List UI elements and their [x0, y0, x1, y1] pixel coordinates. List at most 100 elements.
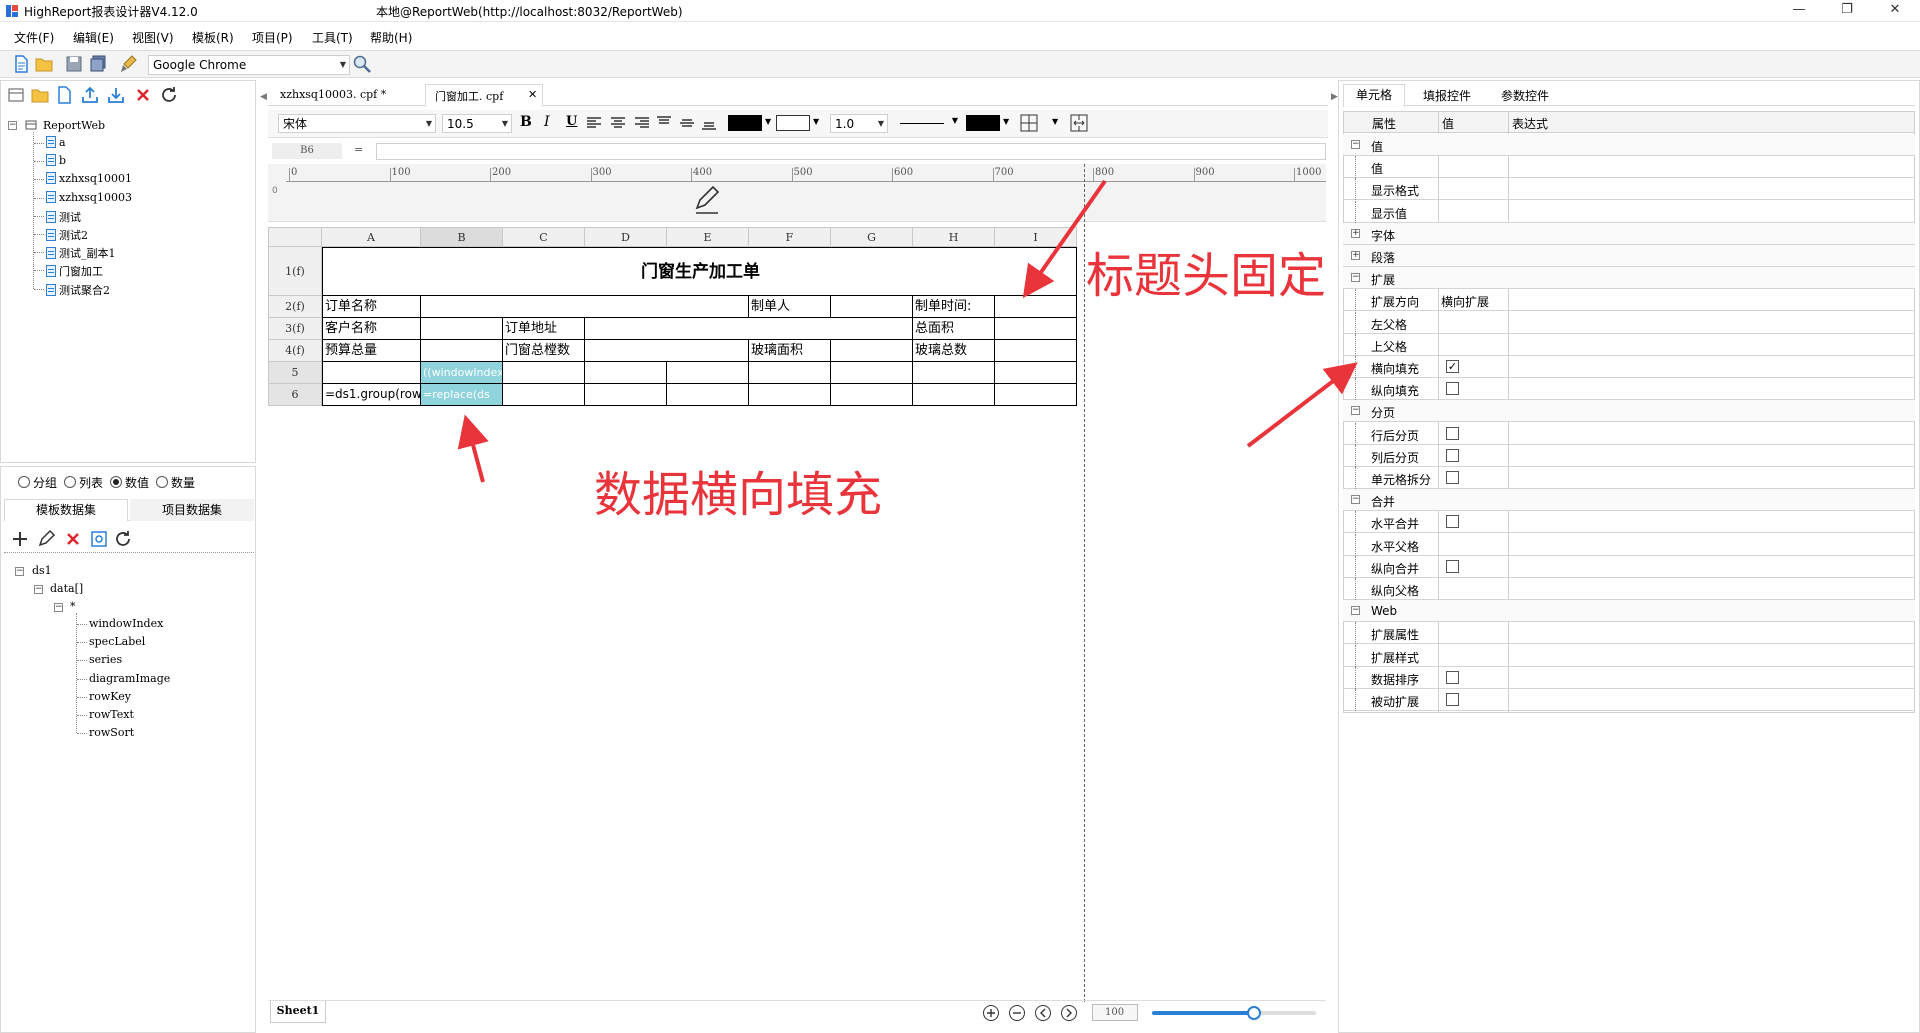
close-window-button[interactable]: ✕ [1872, 0, 1918, 22]
delete-dataset-icon[interactable] [63, 529, 83, 549]
tab-param-control[interactable]: 参数控件 [1501, 87, 1549, 104]
row-header[interactable]: 6 [268, 384, 322, 406]
delete-icon[interactable] [133, 85, 153, 105]
menu-project[interactable]: 项目(P) [252, 29, 293, 46]
column-header[interactable]: C [503, 227, 585, 247]
collapse-star-icon[interactable]: − [54, 603, 63, 612]
column-header[interactable]: B [421, 227, 503, 247]
row-header[interactable]: 5 [268, 362, 322, 384]
collapse-icon[interactable]: − [1351, 606, 1360, 616]
prop-row[interactable]: 显示值 [1343, 200, 1915, 223]
menu-view[interactable]: 视图(V) [132, 29, 174, 46]
zoom-in-icon[interactable] [982, 1004, 1000, 1022]
dataset-field[interactable]: specLabel [89, 635, 145, 648]
font-family-select[interactable]: 宋体 ▼ [278, 114, 436, 133]
collapse-left-icon[interactable]: ◀ [260, 92, 267, 102]
sheet-tab[interactable]: Sheet1 [270, 1001, 326, 1023]
prop-row[interactable]: 单元格拆分 [1343, 467, 1915, 489]
collapse-data-icon[interactable]: − [34, 585, 43, 594]
prop-row[interactable]: 扩展属性 [1343, 622, 1915, 645]
collapse-ds1-icon[interactable]: − [15, 567, 24, 576]
radio-1[interactable] [64, 476, 76, 488]
checkbox[interactable] [1446, 559, 1459, 573]
refresh-icon[interactable] [159, 85, 179, 105]
cell-c4[interactable]: 门窗总樘数 [503, 340, 585, 362]
prop-group[interactable]: − 值 [1343, 134, 1915, 156]
dataset-field[interactable]: windowIndex [89, 617, 163, 630]
menu-template[interactable]: 模板(R) [192, 29, 234, 46]
collapse-icon[interactable]: − [1351, 273, 1360, 283]
tab-project-dataset[interactable]: 项目数据集 [130, 499, 254, 521]
checkbox-checked[interactable]: ✓ [1446, 360, 1459, 373]
collapse-icon[interactable]: − [8, 121, 17, 130]
clear-brush-icon[interactable] [118, 54, 138, 74]
cell-i5[interactable] [995, 362, 1077, 384]
close-tab-icon[interactable]: ✕ [528, 88, 537, 101]
cell-a2[interactable]: 订单名称 [322, 296, 421, 318]
checkbox[interactable] [1446, 670, 1459, 684]
cell-c5[interactable] [503, 362, 585, 384]
prop-group[interactable]: − 分页 [1343, 400, 1915, 423]
font-color-swatch[interactable] [728, 115, 762, 131]
column-header[interactable]: E [667, 227, 749, 247]
tree-root[interactable]: ReportWeb [43, 119, 105, 132]
prop-row[interactable]: 水平合并 [1343, 511, 1915, 534]
dataset-field[interactable]: rowKey [89, 690, 131, 703]
tree-item-report[interactable]: 测试2 [46, 227, 88, 243]
prop-group[interactable]: − 合并 [1343, 489, 1915, 512]
tab-cell[interactable]: 单元格 [1343, 84, 1405, 107]
cell-i6[interactable] [995, 384, 1077, 406]
prop-row[interactable]: 纵向合并 [1343, 555, 1915, 578]
tree-item-report[interactable]: xzhxsq10003 [46, 190, 132, 204]
cell-b2[interactable] [421, 296, 749, 318]
prop-group[interactable]: + 字体 [1343, 222, 1915, 245]
prop-row[interactable]: 值 [1343, 156, 1915, 179]
zoom-slider-track[interactable] [1152, 1006, 1316, 1020]
cell-g2[interactable] [831, 296, 913, 318]
cell-h5[interactable] [913, 362, 995, 384]
prop-row[interactable]: 扩展方向 横向扩展 [1343, 289, 1915, 312]
cell-c3[interactable]: 订单地址 [503, 318, 585, 340]
browser-select[interactable]: Google Chrome ▼ [148, 55, 350, 75]
minimize-button[interactable]: — [1776, 0, 1822, 22]
cell-h3[interactable]: 总面积 [913, 318, 995, 340]
upload-icon[interactable] [80, 85, 100, 105]
dataset-field[interactable]: diagramImage [89, 672, 170, 685]
zoom-value[interactable]: 100 [1092, 1004, 1138, 1021]
collapse-icon[interactable]: − [1351, 406, 1360, 416]
open-folder-icon[interactable] [34, 54, 54, 74]
maximize-button[interactable]: ❐ [1824, 0, 1870, 22]
cell-h6[interactable] [913, 384, 995, 406]
cell-e5[interactable] [667, 362, 749, 384]
tree-item-report[interactable]: b [46, 154, 66, 167]
column-header[interactable]: F [749, 227, 831, 247]
zoom-out-icon[interactable] [1008, 1004, 1026, 1022]
cell-b3[interactable] [421, 318, 503, 340]
zoom-actual-icon[interactable] [1060, 1004, 1078, 1022]
prop-group[interactable]: − 扩展 [1343, 267, 1915, 290]
refresh-dataset-icon[interactable] [113, 529, 133, 549]
valign-middle-icon[interactable] [679, 115, 695, 131]
prop-row[interactable]: 左父格 [1343, 311, 1915, 334]
checkbox[interactable] [1446, 515, 1459, 529]
cell-h4[interactable]: 玻璃总数 [913, 340, 995, 362]
cell-d6[interactable] [585, 384, 667, 406]
cell-h2[interactable]: 制单时间: [913, 296, 995, 318]
checkbox[interactable] [1446, 471, 1459, 484]
cell-a5[interactable] [322, 362, 421, 384]
cell-b6[interactable]: =replace(ds [421, 384, 503, 406]
prop-row[interactable]: 纵向填充 [1343, 378, 1915, 401]
fill-color-swatch[interactable] [776, 115, 810, 131]
cell-i4[interactable] [995, 340, 1077, 362]
prop-row[interactable]: 水平父格 [1343, 533, 1915, 556]
dataset-node[interactable]: data[] [50, 582, 83, 595]
checkbox[interactable] [1446, 382, 1459, 396]
checkbox[interactable] [1446, 693, 1459, 706]
cell-f5[interactable] [749, 362, 831, 384]
grid-corner[interactable] [268, 227, 322, 247]
tab-fill-control[interactable]: 填报控件 [1423, 87, 1471, 104]
cell-i3[interactable] [995, 318, 1077, 340]
add-icon[interactable] [10, 529, 30, 549]
prop-row[interactable]: 扩展样式 [1343, 644, 1915, 667]
cell-a4[interactable]: 预算总量 [322, 340, 421, 362]
